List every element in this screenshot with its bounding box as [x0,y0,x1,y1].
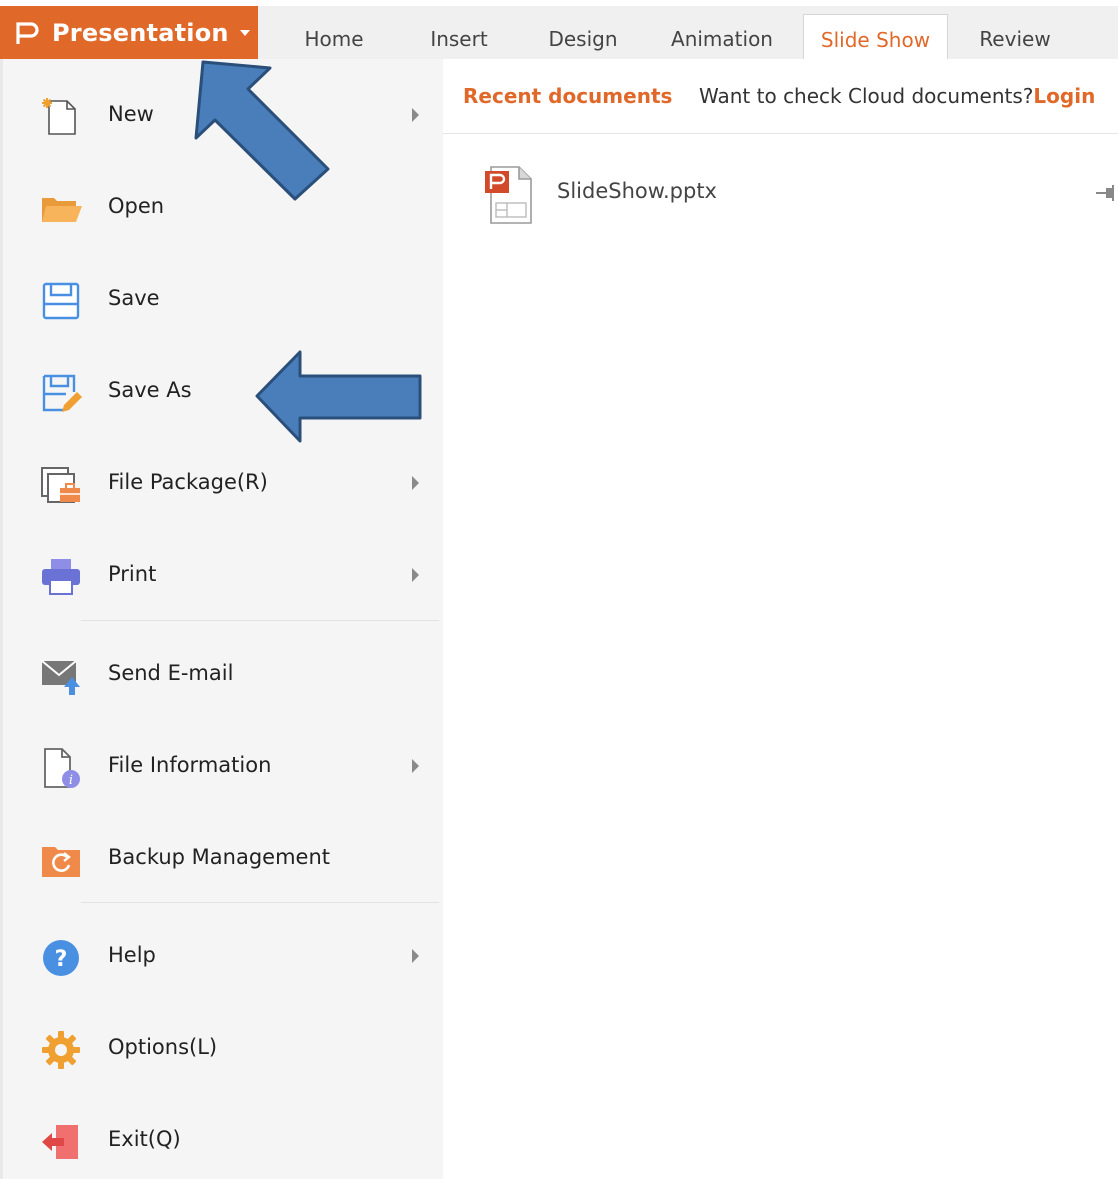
help-question-icon: ? [43,940,79,976]
menu-item-open[interactable]: Open [6,166,446,246]
menu-item-new[interactable]: New [6,74,446,154]
tab-home[interactable]: Home [290,6,378,59]
exit-icon [42,1125,78,1159]
menu-item-help[interactable]: ? Help [6,915,446,995]
menu-item-label: File Information [108,753,272,777]
menu-item-file-package[interactable]: File Package(R) [6,442,446,522]
recent-documents-tab[interactable]: Recent documents [463,84,672,108]
menu-item-save[interactable]: Save [6,258,446,338]
save-floppy-icon [42,282,80,320]
recent-file-name: SlideShow.pptx [557,179,717,203]
tab-animation[interactable]: Animation [660,6,784,59]
menu-item-label: Open [108,194,165,218]
save-as-pencil-icon [42,374,82,412]
menu-item-label: New [108,102,154,126]
menu-item-send-email[interactable]: Send E-mail [6,633,446,713]
cloud-documents-prompt: Want to check Cloud documents?Login [699,84,1095,108]
file-menu-panel: New Open Save Save As File Package(R) Pr… [0,59,446,1179]
menu-item-label: Save As [108,378,192,402]
menu-item-label: Send E-mail [108,661,234,685]
svg-text:i: i [69,773,73,788]
menu-item-save-as[interactable]: Save As [6,350,446,430]
new-document-icon [42,98,76,135]
open-folder-icon [42,198,82,222]
menu-item-exit[interactable]: Exit(Q) [6,1099,446,1179]
menu-separator [81,902,439,903]
menu-item-label: File Package(R) [108,470,268,494]
presentation-p-icon [16,21,39,44]
menu-item-label: Backup Management [108,845,330,869]
app-button-label: Presentation [52,18,229,47]
pin-icon[interactable] [1094,181,1118,205]
file-info-icon: i [44,748,80,788]
tab-review[interactable]: Review [966,6,1064,59]
menu-item-options[interactable]: Options(L) [6,1007,446,1087]
presentation-app-button[interactable]: Presentation [0,6,258,59]
header-divider [443,133,1118,134]
svg-text:?: ? [55,947,68,972]
tab-slide-show[interactable]: Slide Show [803,14,948,60]
menu-item-file-information[interactable]: i File Information [6,725,446,805]
menu-item-label: Save [108,286,160,310]
submenu-arrow-icon [412,759,419,773]
ribbon-tab-bar: Presentation Home Insert Design Animatio… [0,6,1118,60]
gear-icon [42,1031,80,1069]
mail-send-icon [41,660,80,695]
recent-file-row[interactable]: SlideShow.pptx [473,157,1118,233]
cloud-prompt-text: Want to check Cloud documents? [699,84,1034,108]
printer-icon [42,559,80,595]
recent-documents-pane: Recent documents Want to check Cloud doc… [443,59,1118,1179]
file-package-icon [41,467,80,503]
submenu-arrow-icon [412,949,419,963]
login-link[interactable]: Login [1033,84,1095,108]
menu-item-print[interactable]: Print [6,534,446,614]
tab-design[interactable]: Design [536,6,630,59]
tab-insert[interactable]: Insert [414,6,504,59]
submenu-arrow-icon [412,108,419,122]
menu-item-label: Exit(Q) [108,1127,181,1151]
pptx-file-icon [485,166,532,224]
menu-item-label: Help [108,943,156,967]
menu-item-backup-management[interactable]: Backup Management [6,817,446,897]
menu-separator [81,620,439,621]
chevron-down-icon[interactable] [240,30,250,36]
submenu-arrow-icon [412,476,419,490]
submenu-arrow-icon [412,568,419,582]
backup-folder-icon [42,847,80,877]
menu-item-label: Print [108,562,157,586]
menu-item-label: Options(L) [108,1035,218,1059]
